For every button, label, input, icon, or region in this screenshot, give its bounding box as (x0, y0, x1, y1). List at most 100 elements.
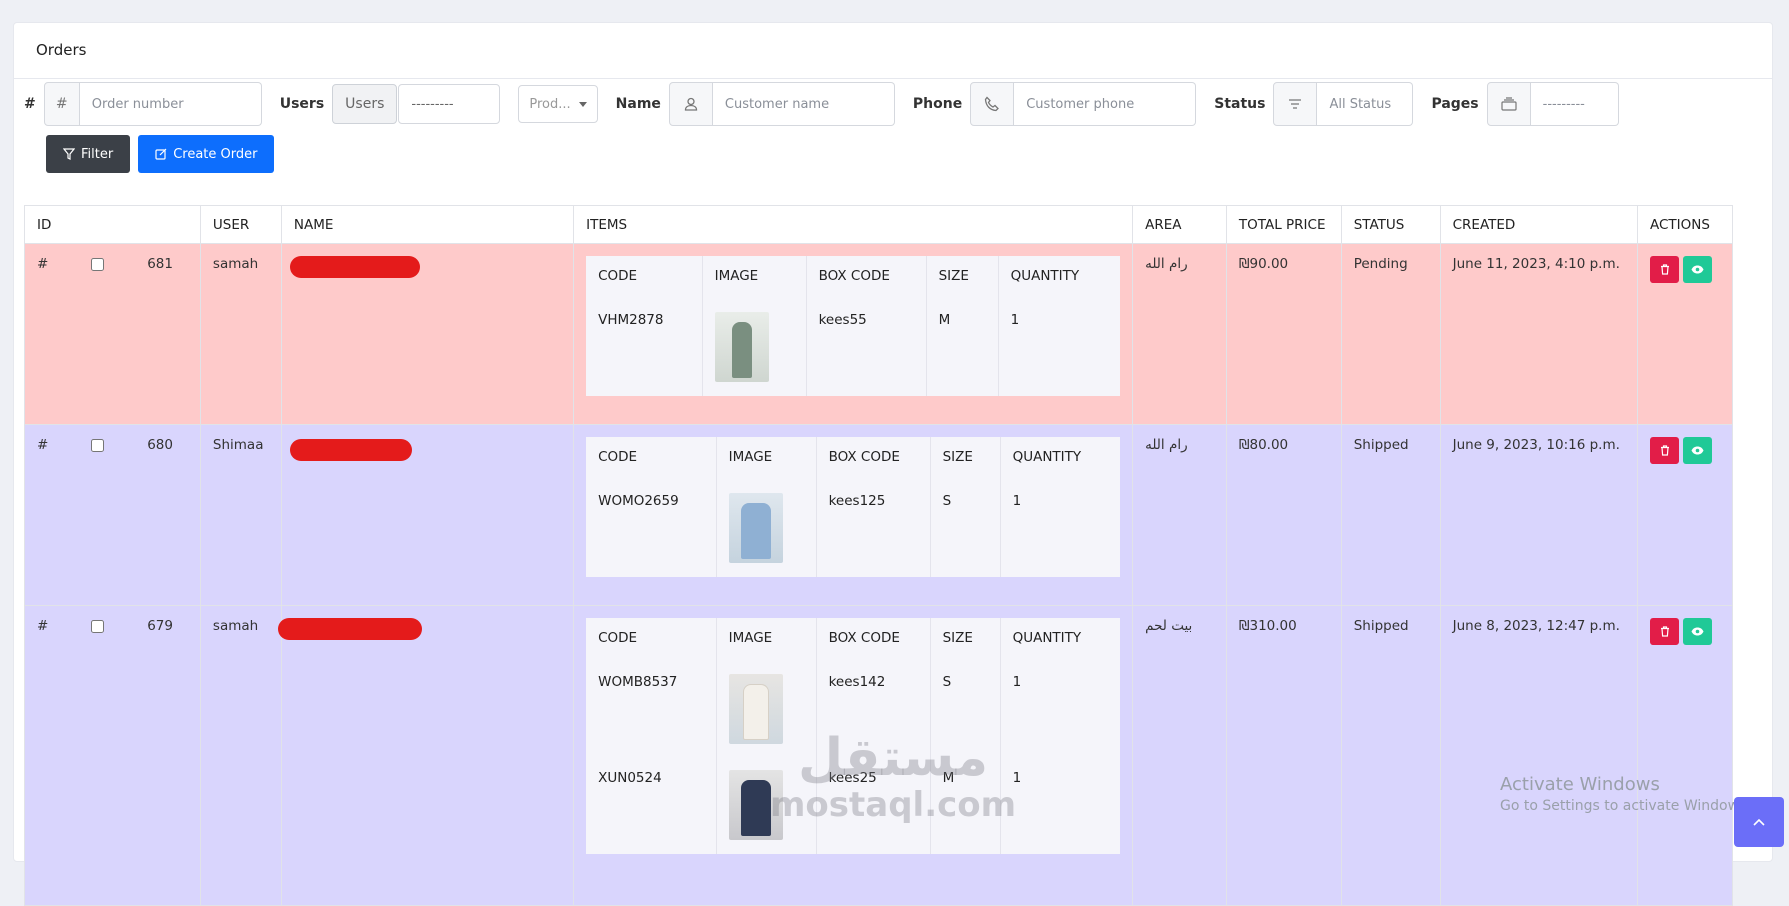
item-qty: 1 (998, 300, 1121, 396)
col-header-area[interactable]: AREA (1132, 205, 1227, 244)
eye-icon (1691, 627, 1704, 636)
table-header-row: ID USER NAME ITEMS AREA TOTAL PRICE STAT… (24, 205, 1733, 244)
users-button[interactable]: Users (332, 84, 398, 124)
name-cell (277, 605, 575, 906)
eye-icon (1691, 265, 1704, 274)
col-header-total[interactable]: TOTAL PRICE (1225, 205, 1342, 244)
phone-group: Customer phone (970, 82, 1197, 126)
user-cell: samah (199, 605, 282, 906)
products-select-value: Prod... (529, 96, 571, 112)
item-header-image: IMAGE (716, 618, 817, 662)
actions-cell (1637, 605, 1733, 906)
created-cell: June 11, 2023, 4:10 p.m. (1439, 243, 1639, 425)
chevron-up-icon (1753, 818, 1765, 826)
row-hash: # (37, 618, 49, 634)
item-header-code: CODE (586, 256, 703, 300)
order-number-group: # Order number (43, 82, 262, 126)
order-number-input[interactable]: Order number (79, 82, 262, 126)
item-box-code: kees125 (816, 481, 931, 577)
actions-cell (1637, 424, 1733, 606)
item-header-image: IMAGE (702, 256, 807, 300)
area-cell: رام الله (1132, 424, 1227, 606)
delete-button[interactable] (1650, 437, 1679, 464)
filter-button-label: Filter (81, 146, 114, 162)
row-checkbox[interactable] (91, 258, 105, 271)
mostaql-watermark-domain: mostaql.com (770, 785, 1017, 826)
area-cell: بيت لحم (1132, 605, 1227, 906)
phone-icon (970, 82, 1015, 126)
total-cell: ₪80.00 (1225, 424, 1342, 606)
users-group: Users --------- (332, 82, 501, 126)
delete-button[interactable] (1650, 256, 1679, 283)
col-header-name[interactable]: NAME (280, 205, 575, 244)
item-size: M (926, 300, 999, 396)
item-header-box: BOX CODE (806, 256, 927, 300)
col-header-status[interactable]: STATUS (1340, 205, 1441, 244)
name-cell (280, 424, 575, 606)
pages-select[interactable]: --------- (1530, 82, 1619, 126)
name-cell (280, 243, 575, 425)
col-header-created[interactable]: CREATED (1439, 205, 1639, 244)
edit-icon (155, 148, 167, 160)
pages-group: --------- (1486, 82, 1619, 126)
redaction-mark (289, 256, 420, 278)
item-code: XUN0524 (586, 758, 717, 854)
col-header-actions: ACTIONS (1637, 205, 1733, 244)
delete-button[interactable] (1650, 618, 1679, 645)
items-cell: CODE IMAGE BOX CODE SIZE QUANTITY VHM287… (573, 243, 1134, 425)
col-header-id[interactable]: ID (24, 205, 201, 244)
caret-down-icon (578, 101, 587, 107)
created-cell: June 8, 2023, 12:47 p.m. (1439, 605, 1639, 906)
created-cell: June 9, 2023, 10:16 p.m. (1439, 424, 1639, 606)
view-button[interactable] (1683, 618, 1712, 645)
view-button[interactable] (1683, 256, 1712, 283)
customer-phone-input[interactable]: Customer phone (1014, 82, 1197, 126)
row-checkbox[interactable] (91, 620, 105, 633)
pages-label: Pages (1431, 96, 1479, 112)
id-cell: # 679 (24, 605, 201, 906)
item-header-qty: QUANTITY (1000, 437, 1121, 481)
products-select[interactable]: Prod... (518, 85, 598, 123)
users-select[interactable]: --------- (398, 84, 501, 124)
product-image[interactable] (714, 312, 769, 382)
create-order-button[interactable]: Create Order (138, 135, 275, 173)
col-header-items[interactable]: ITEMS (573, 205, 1134, 244)
product-image[interactable] (728, 493, 783, 563)
status-cell: Shipped (1340, 424, 1441, 606)
filter-button[interactable]: Filter (46, 135, 131, 173)
trash-icon (1660, 264, 1669, 275)
col-header-user[interactable]: USER (199, 205, 282, 244)
customer-name-input[interactable]: Customer name (712, 82, 895, 126)
row-hash: # (37, 437, 49, 453)
name-label: Name (615, 96, 661, 112)
hash-icon: # (43, 82, 80, 126)
status-select[interactable]: All Status (1317, 82, 1414, 126)
item-header-qty: QUANTITY (998, 256, 1121, 300)
phone-label: Phone (912, 96, 963, 112)
mostaql-watermark: مستقل mostaql.com (770, 729, 1017, 826)
redaction-mark (277, 618, 422, 640)
scroll-to-top-button[interactable] (1734, 797, 1784, 847)
items-subtable: CODE IMAGE BOX CODE SIZE QUANTITY WOMO26… (586, 437, 1121, 577)
funnel-icon (63, 148, 75, 160)
table-row: # 680 Shimaa CODE IMAGE BOX CODE SIZE QU (24, 424, 1733, 606)
item-qty: 1 (1000, 662, 1121, 758)
total-cell: ₪310.00 (1225, 605, 1342, 906)
item-image-cell (702, 300, 807, 396)
items-subtable: CODE IMAGE BOX CODE SIZE QUANTITY VHM287… (586, 256, 1121, 396)
user-cell: Shimaa (199, 424, 282, 606)
order-id: 679 (147, 618, 173, 634)
user-icon (668, 82, 713, 126)
item-code: WOMB8537 (586, 662, 717, 758)
status-cell: Shipped (1340, 605, 1441, 906)
user-cell: samah (199, 243, 282, 425)
order-id: 680 (147, 437, 173, 453)
status-cell: Pending (1340, 243, 1441, 425)
view-button[interactable] (1683, 437, 1712, 464)
item-qty: 1 (1000, 481, 1121, 577)
redaction-mark (289, 439, 412, 461)
item-box-code: kees55 (806, 300, 927, 396)
order-number-label: # (24, 96, 36, 112)
row-checkbox[interactable] (91, 439, 105, 452)
item-header-code: CODE (586, 618, 717, 662)
